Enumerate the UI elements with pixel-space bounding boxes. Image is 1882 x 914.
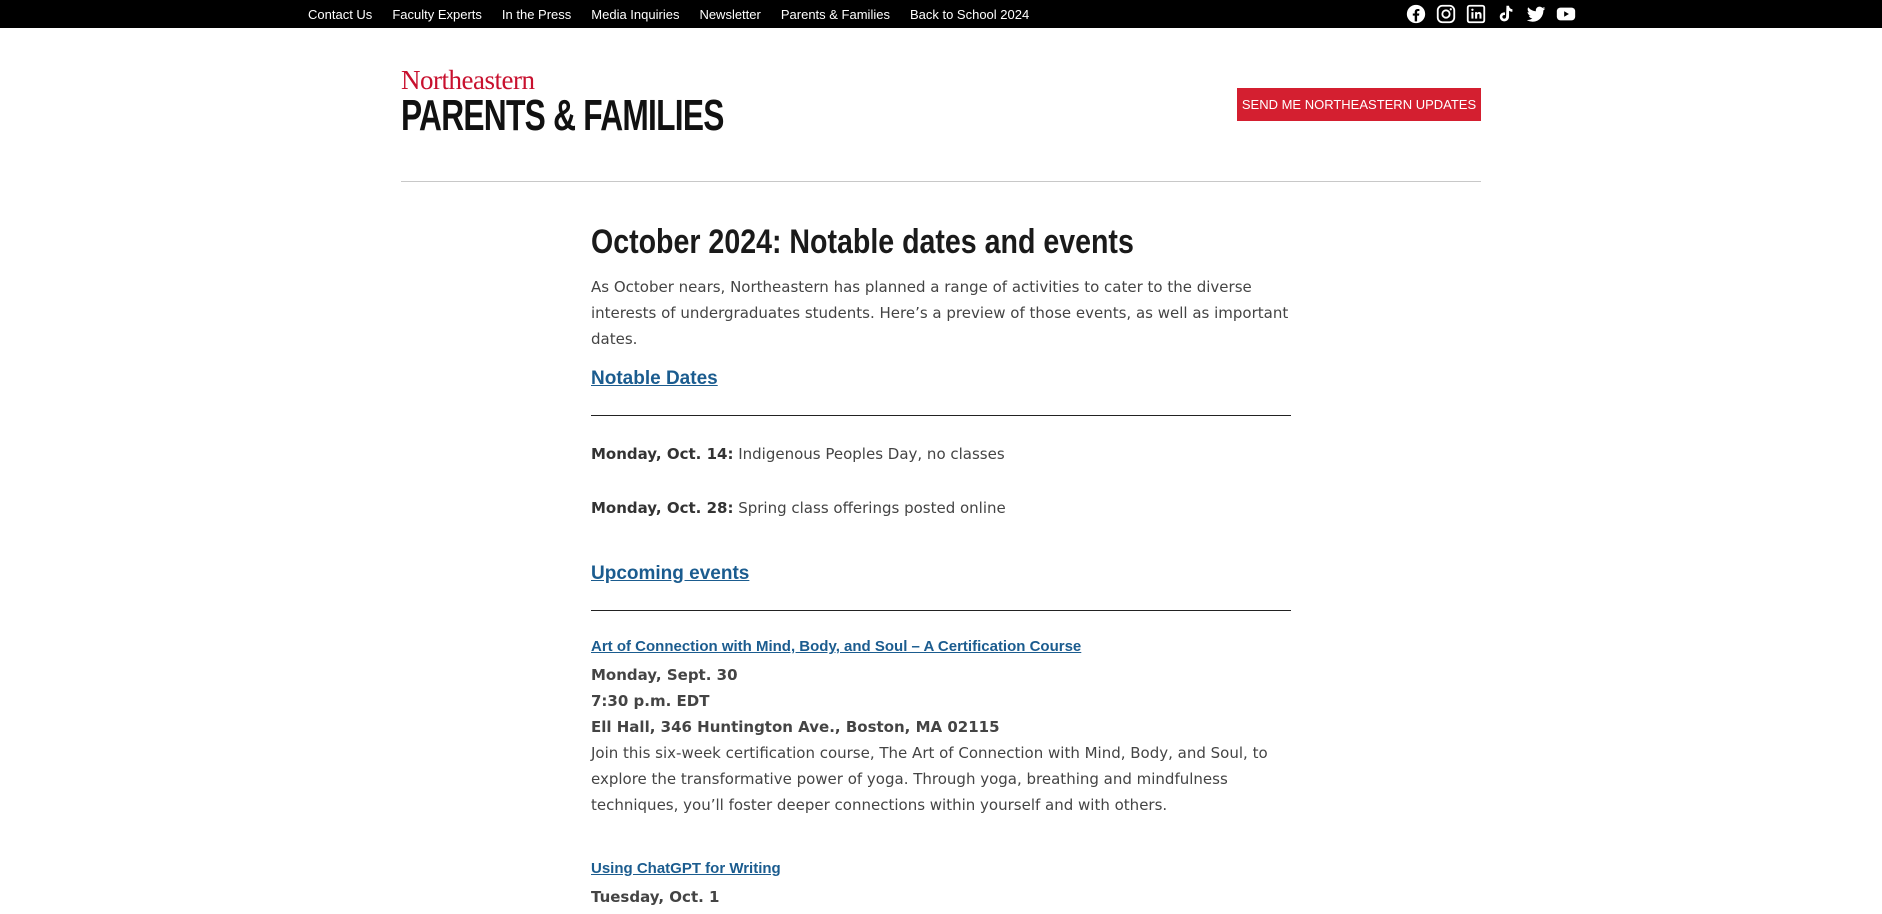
- date-item: Monday, Oct. 28: Spring class offerings …: [591, 495, 1006, 521]
- event-date: Monday, Sept. 30: [591, 666, 738, 684]
- logo-northeastern-wordmark: Northeastern: [401, 65, 535, 95]
- tiktok-icon[interactable]: [1495, 3, 1517, 25]
- topnav-contact-us[interactable]: Contact Us: [308, 7, 372, 22]
- logo-parents-families-wordmark: PARENTS & FAMILIES: [401, 91, 724, 140]
- date-text: Spring class offerings posted online: [733, 499, 1006, 517]
- article-title: October 2024: Notable dates and events: [591, 223, 1134, 261]
- event-time: 7:30 p.m. EDT: [591, 692, 710, 710]
- site-logo[interactable]: Northeastern PARENTS & FAMILIES: [401, 65, 724, 140]
- social-links: [1405, 3, 1577, 25]
- topnav-back-to-school[interactable]: Back to School 2024: [910, 7, 1029, 22]
- instagram-icon[interactable]: [1435, 3, 1457, 25]
- header-divider: [401, 181, 1481, 182]
- send-updates-button[interactable]: SEND ME NORTHEASTERN UPDATES: [1237, 88, 1481, 121]
- notable-dates-heading[interactable]: Notable Dates: [591, 366, 718, 392]
- topnav-newsletter[interactable]: Newsletter: [699, 7, 760, 22]
- topnav-parents-families[interactable]: Parents & Families: [781, 7, 890, 22]
- date-item: Monday, Oct. 14: Indigenous Peoples Day,…: [591, 441, 1005, 467]
- upcoming-events-heading[interactable]: Upcoming events: [591, 561, 749, 587]
- event-description: Join this six-week certification course,…: [591, 744, 1268, 814]
- event-title-link[interactable]: Art of Connection with Mind, Body, and S…: [591, 636, 1081, 658]
- date-text: Indigenous Peoples Day, no classes: [733, 445, 1005, 463]
- facebook-icon[interactable]: [1405, 3, 1427, 25]
- article-intro: As October nears, Northeastern has plann…: [591, 278, 1289, 348]
- twitter-icon[interactable]: [1525, 3, 1547, 25]
- topnav-faculty-experts[interactable]: Faculty Experts: [392, 7, 482, 22]
- event-location: Ell Hall, 346 Huntington Ave., Boston, M…: [591, 718, 1000, 736]
- top-utility-bar: Contact Us Faculty Experts In the Press …: [0, 0, 1882, 28]
- event-title-link[interactable]: Using ChatGPT for Writing: [591, 858, 781, 880]
- linkedin-icon[interactable]: [1465, 3, 1487, 25]
- event-date: Tuesday, Oct. 1: [591, 888, 720, 906]
- upcoming-events-divider: [591, 610, 1291, 611]
- notable-dates-divider: [591, 415, 1291, 416]
- date-label: Monday, Oct. 28:: [591, 499, 734, 517]
- topnav-in-the-press[interactable]: In the Press: [502, 7, 571, 22]
- date-label: Monday, Oct. 14:: [591, 445, 734, 463]
- youtube-icon[interactable]: [1555, 3, 1577, 25]
- top-nav: Contact Us Faculty Experts In the Press …: [308, 0, 1029, 28]
- topnav-media-inquiries[interactable]: Media Inquiries: [591, 7, 679, 22]
